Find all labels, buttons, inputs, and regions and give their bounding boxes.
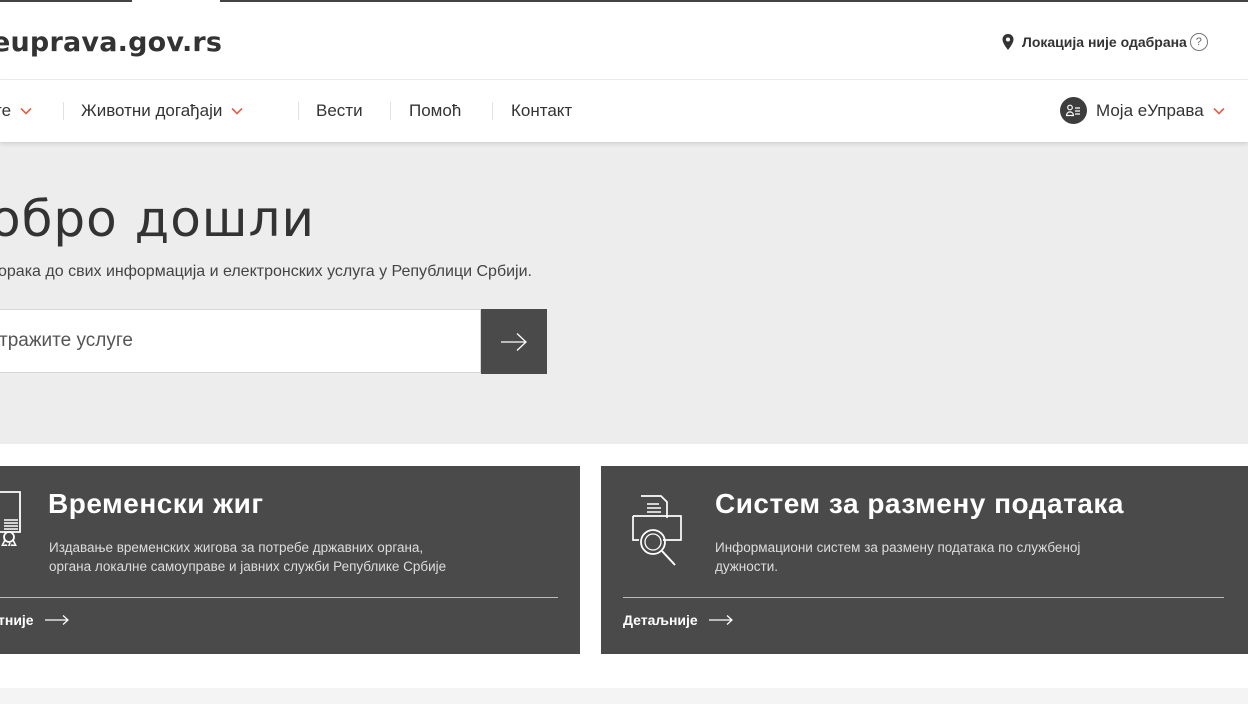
card-details-link[interactable]: тније bbox=[0, 612, 70, 628]
main-nav: те Животни догађаји Вести Помоћ Контакт … bbox=[0, 80, 1248, 142]
search-button[interactable] bbox=[481, 309, 547, 374]
card-description-line: Информациони систем за размену података … bbox=[715, 540, 1081, 555]
active-top-tab-marker bbox=[132, 0, 220, 2]
service-card-timestamp[interactable]: Временски жиг Издавање временских жигова… bbox=[0, 466, 580, 654]
nav-item-label: Вести bbox=[316, 101, 363, 120]
nav-item-label: Помоћ bbox=[409, 101, 462, 120]
nav-item-news[interactable]: Вести bbox=[316, 101, 363, 121]
site-logo[interactable]: euprava.gov.rs bbox=[0, 27, 222, 58]
card-title: Систем за размену података bbox=[715, 488, 1124, 519]
card-description-line: Издавање временских жигова за потребе др… bbox=[49, 540, 424, 555]
card-description-line: органа локалне самоуправе и јавних служб… bbox=[49, 559, 447, 574]
arrow-right-icon bbox=[501, 332, 527, 351]
search-placeholder: тражите услуге bbox=[0, 330, 133, 351]
card-details-link[interactable]: Детаљније bbox=[623, 612, 734, 628]
nav-item-life-events[interactable]: Животни догађаји bbox=[81, 101, 243, 121]
location-selector[interactable]: Локација није одабрана ? bbox=[1001, 33, 1208, 51]
nav-item-contact[interactable]: Контакт bbox=[511, 101, 572, 121]
card-divider bbox=[623, 597, 1224, 598]
nav-separator bbox=[390, 102, 391, 120]
document-search-icon bbox=[632, 495, 682, 566]
nav-item-help[interactable]: Помоћ bbox=[409, 101, 461, 121]
service-card-data-exchange[interactable]: Систем за размену података Информациони … bbox=[601, 466, 1248, 654]
nav-item-services[interactable]: те bbox=[0, 101, 32, 121]
arrow-right-icon bbox=[44, 615, 69, 625]
hero-section: обро дошли орака до свих информација и е… bbox=[0, 142, 1248, 444]
nav-item-label: Контакт bbox=[511, 101, 573, 120]
chevron-down-icon bbox=[20, 107, 32, 115]
help-icon[interactable]: ? bbox=[1189, 33, 1208, 51]
my-euprava-menu[interactable]: Моја еУправа bbox=[1060, 97, 1225, 124]
nav-separator bbox=[492, 102, 493, 120]
nav-separator bbox=[63, 102, 64, 120]
chevron-down-icon bbox=[1213, 107, 1225, 115]
certificate-icon bbox=[0, 491, 21, 546]
search-input[interactable]: тражите услуге bbox=[0, 309, 481, 373]
user-menu-label: Моја еУправа bbox=[1096, 100, 1204, 120]
hero-title: обро дошли bbox=[0, 190, 316, 248]
nav-separator bbox=[298, 102, 299, 120]
nav-item-label: Животни догађаји bbox=[81, 101, 223, 120]
location-label: Локација није одабрана bbox=[1022, 34, 1187, 50]
hero-subtitle: орака до свих информација и електронских… bbox=[0, 263, 532, 280]
user-avatar-icon bbox=[1060, 97, 1087, 124]
next-section-strip bbox=[0, 688, 1248, 704]
card-divider bbox=[0, 597, 558, 598]
card-description-line: дужности. bbox=[715, 559, 778, 574]
card-link-label: Детаљније bbox=[623, 612, 698, 628]
card-title: Временски жиг bbox=[48, 488, 264, 519]
nav-item-label: те bbox=[0, 101, 12, 120]
card-link-label: тније bbox=[0, 612, 34, 628]
card-description: Информациони систем за размену података … bbox=[715, 538, 1080, 576]
arrow-right-icon bbox=[708, 615, 733, 625]
location-pin-icon bbox=[1002, 34, 1014, 50]
card-description: Издавање временских жигова за потребе др… bbox=[49, 538, 446, 576]
chevron-down-icon bbox=[231, 107, 243, 115]
